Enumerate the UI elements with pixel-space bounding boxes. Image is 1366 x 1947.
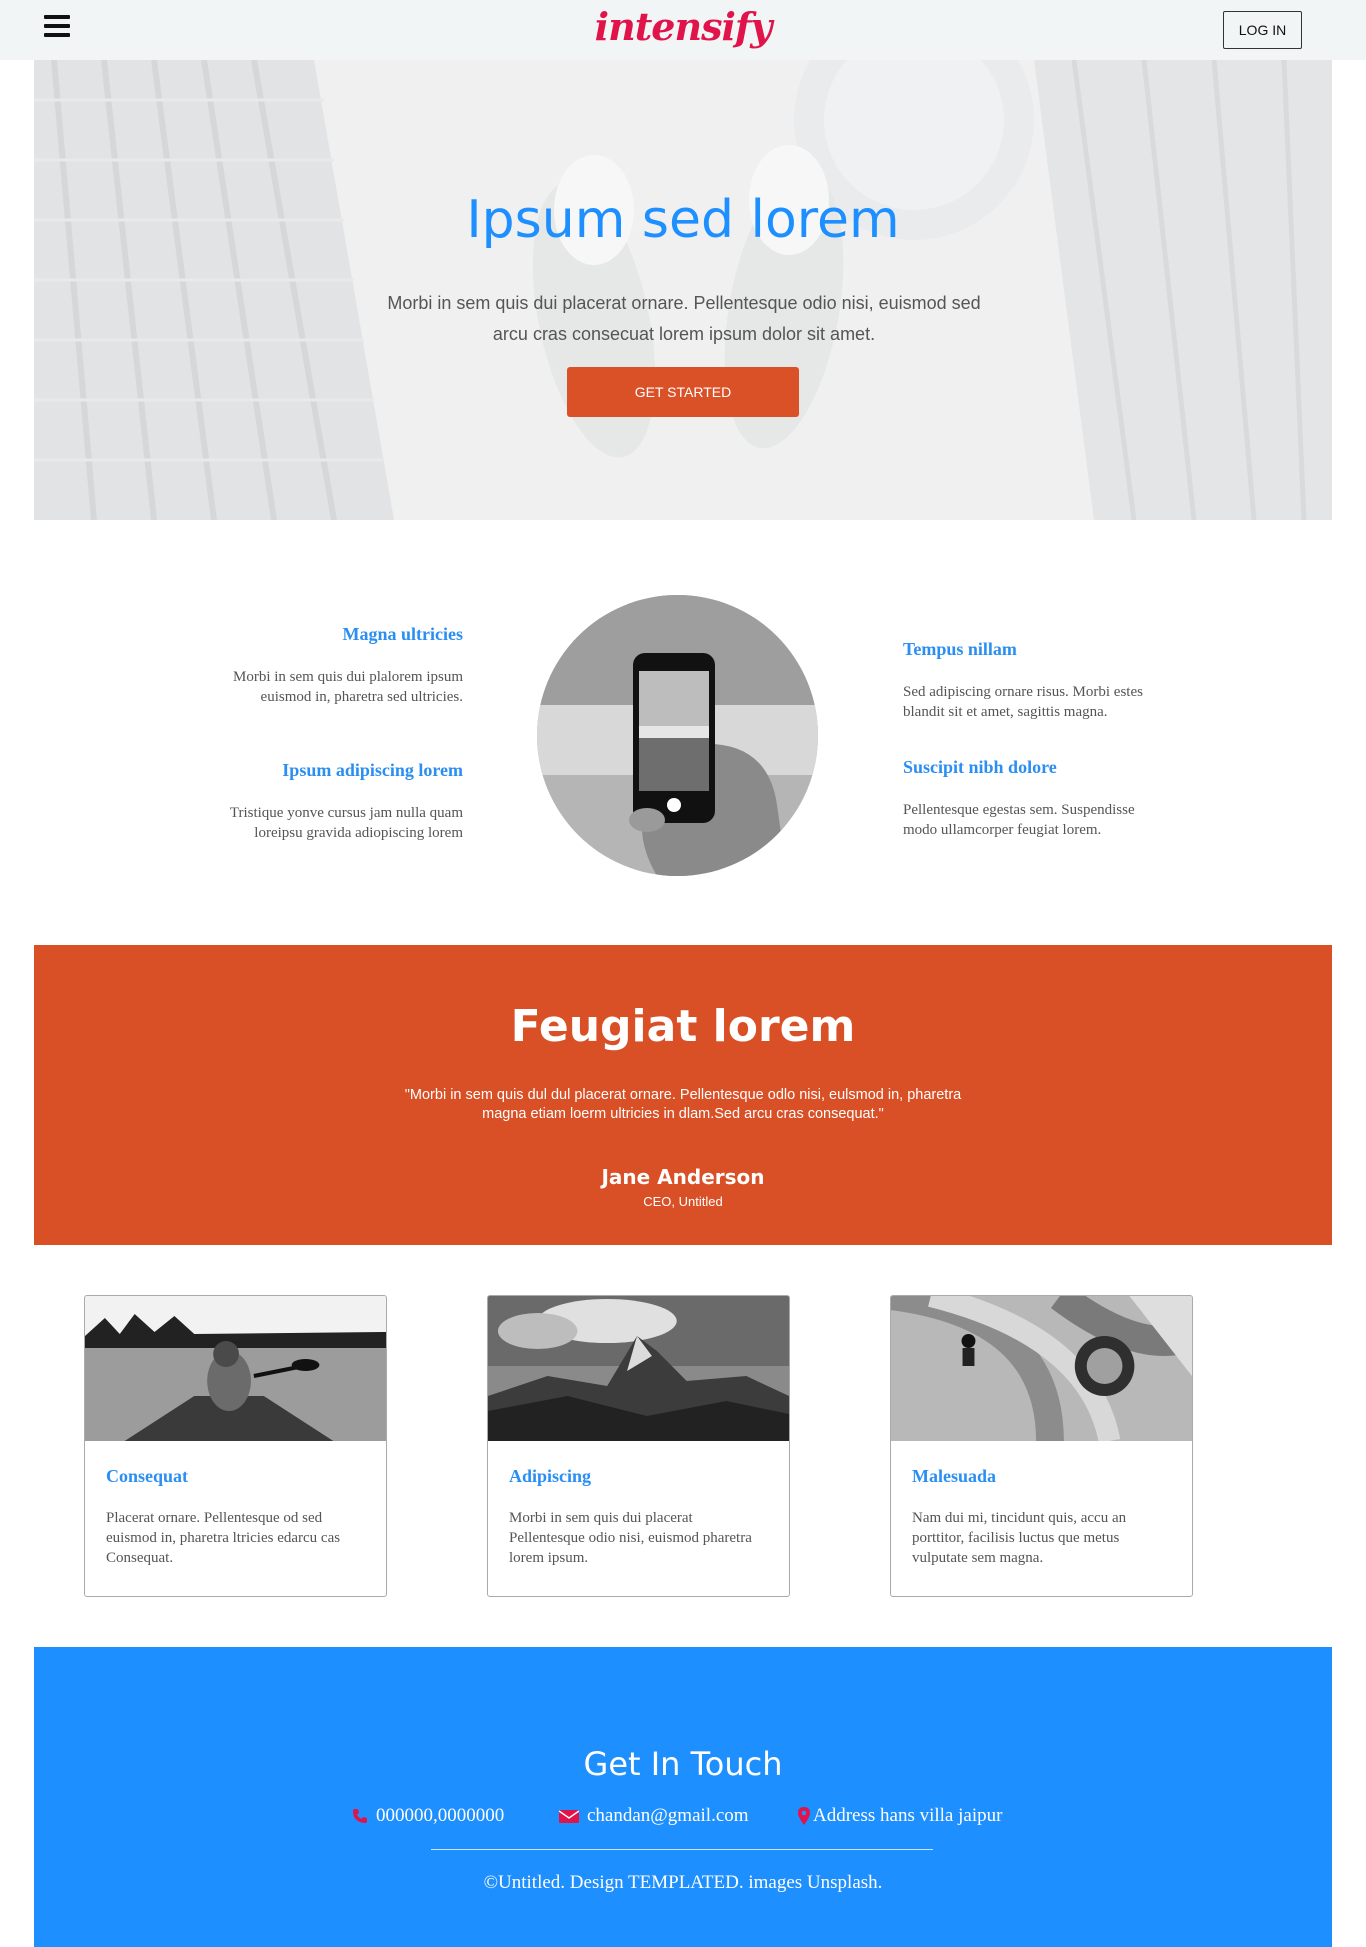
- card-title: Malesuada: [912, 1466, 997, 1486]
- card-title: Consequat: [106, 1466, 189, 1486]
- card-image-staircase: [891, 1296, 1192, 1441]
- card-text: Nam dui mi, tincidunt quis, accu an port…: [912, 1510, 1127, 1566]
- hero-description: Morbi in sem quis dui placerat ornare. P…: [387, 293, 981, 344]
- card[interactable]: Adipiscing Morbi in sem quis dui placera…: [487, 1295, 790, 1597]
- feature-title: Magna ultricies: [342, 624, 463, 644]
- copyright-text: ©Untitled. Design TEMPLATED. images Unsp…: [483, 1872, 883, 1893]
- card-text: Morbi in sem quis dui placerat Pellentes…: [509, 1510, 752, 1566]
- footer-divider: [431, 1849, 933, 1850]
- hero-title: Ipsum sed lorem: [466, 190, 900, 250]
- feature-item: Suscipit nibh dolore Pellentesque egesta…: [903, 757, 1163, 840]
- phone-icon: [353, 1809, 367, 1823]
- feature-title: Ipsum adipiscing lorem: [282, 760, 463, 780]
- card[interactable]: Consequat Placerat ornare. Pellentesque …: [84, 1295, 387, 1597]
- card-image-canoe: [85, 1296, 386, 1441]
- contact-info: 000000,0000000 chandan@gmail.com Address…: [34, 1805, 1332, 1831]
- card[interactable]: Malesuada Nam dui mi, tincidunt quis, ac…: [890, 1295, 1193, 1597]
- testimonial-section: Feugiat lorem "Morbi in sem quis dul dul…: [34, 945, 1332, 1245]
- site-logo[interactable]: intensify: [0, 4, 1366, 49]
- card-text: Placerat ornare. Pellentesque od sed eui…: [106, 1510, 341, 1566]
- testimonial-name: Jane Anderson: [601, 1165, 765, 1189]
- feature-text: Morbi in sem quis dui plalorem ipsum eui…: [233, 669, 463, 705]
- testimonial-role: CEO, Untitled: [643, 1194, 723, 1209]
- feature-item: Ipsum adipiscing lorem Tristique yonve c…: [203, 760, 463, 843]
- testimonial-quote: "Morbi in sem quis dul dul placerat orna…: [404, 1087, 962, 1122]
- feature-item: Tempus nillam Sed adipiscing ornare risu…: [903, 639, 1163, 722]
- card-title: Adipiscing: [509, 1466, 592, 1486]
- feature-item: Magna ultricies Morbi in sem quis dui pl…: [203, 624, 463, 707]
- feature-text: Pellentesque egestas sem. Suspendisse mo…: [903, 802, 1135, 838]
- feature-text: Sed adipiscing ornare risus. Morbi estes…: [903, 684, 1143, 720]
- address-text: Address hans villa jaipur: [813, 1805, 1003, 1826]
- contact-phone[interactable]: 000000,0000000: [352, 1805, 504, 1827]
- login-button[interactable]: LOG IN: [1223, 11, 1302, 49]
- email-text: chandan@gmail.com: [587, 1805, 749, 1826]
- feature-title: Suscipit nibh dolore: [903, 757, 1057, 777]
- testimonial-title: Feugiat lorem: [510, 1001, 856, 1052]
- phone-photo: [537, 595, 818, 876]
- phone-text: 000000,0000000: [376, 1805, 505, 1826]
- map-pin-icon: [798, 1807, 810, 1825]
- card-image-mountain: [488, 1296, 789, 1441]
- contact-address[interactable]: Address hans villa jaipur: [798, 1805, 1002, 1827]
- contact-email[interactable]: chandan@gmail.com: [559, 1805, 749, 1827]
- envelope-icon: [559, 1810, 579, 1823]
- get-started-button[interactable]: GET STARTED: [567, 367, 799, 417]
- top-header: intensify LOG IN: [0, 0, 1366, 60]
- feature-text: Tristique yonve cursus jam nulla quam lo…: [229, 805, 463, 841]
- contact-footer: Get In Touch 000000,0000000 chandan@gmai…: [34, 1647, 1332, 1947]
- hero-banner: Ipsum sed lorem Morbi in sem quis dui pl…: [34, 60, 1332, 520]
- footer-title: Get In Touch: [583, 1745, 783, 1783]
- feature-title: Tempus nillam: [903, 639, 1017, 659]
